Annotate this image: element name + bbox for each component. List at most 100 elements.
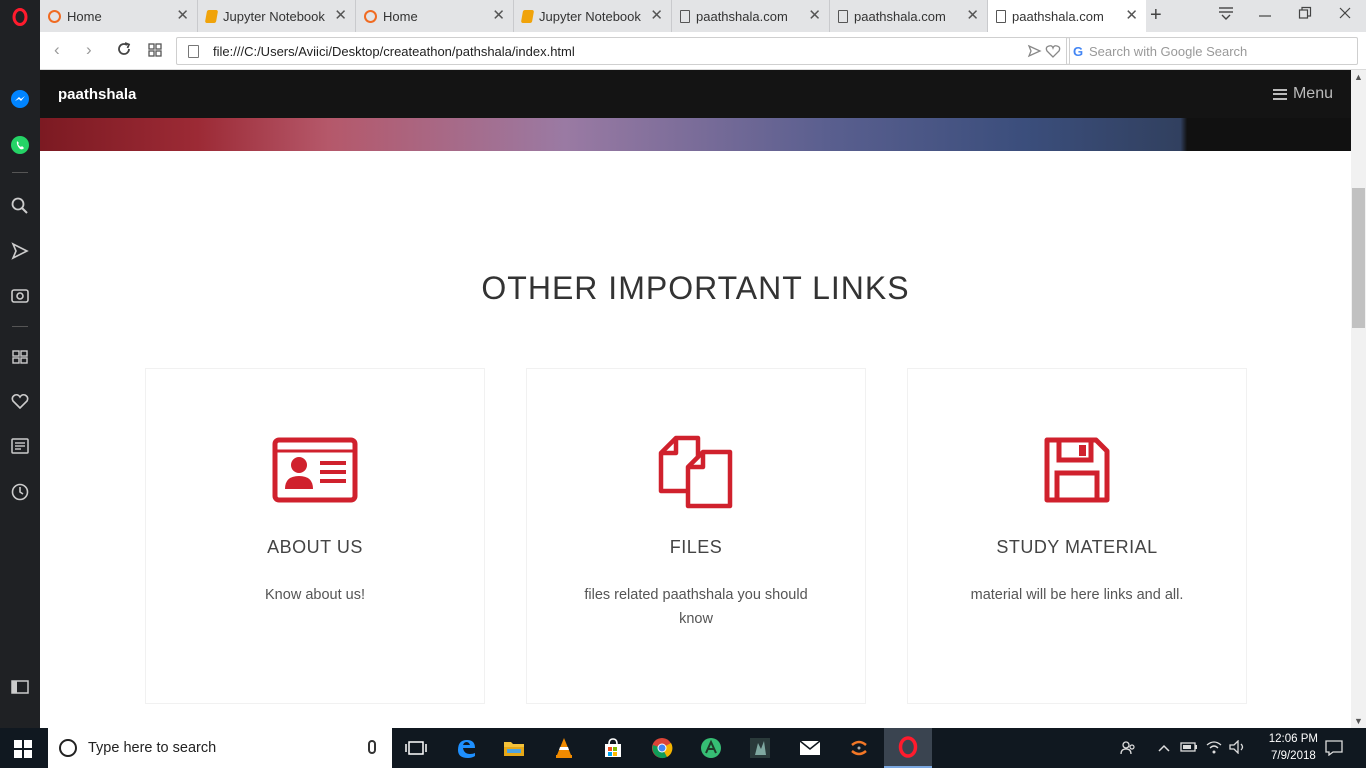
jupyter-icon[interactable]: [835, 728, 883, 768]
people-icon[interactable]: [1120, 740, 1136, 759]
news-icon[interactable]: [9, 435, 31, 457]
camera-icon[interactable]: [9, 284, 31, 306]
send-icon[interactable]: [9, 240, 31, 262]
restore-icon[interactable]: [1298, 6, 1312, 23]
reload-icon[interactable]: [116, 41, 132, 62]
opera-menu-icon[interactable]: [9, 6, 31, 28]
tab-title: paathshala.com: [696, 8, 788, 24]
whatsapp-icon[interactable]: [9, 134, 31, 156]
card-description: Know about us!: [265, 587, 365, 603]
card-description: material will be here links and all.: [970, 587, 1184, 603]
store-icon[interactable]: [589, 728, 637, 768]
windows-taskbar: Type here to search 12:06 PM 7/9/2018: [0, 728, 1366, 768]
site-navbar: paathshala Menu: [40, 70, 1351, 118]
sidebar-separator: [12, 326, 28, 327]
card-title: FILES: [669, 537, 723, 557]
card-study-material[interactable]: STUDY MATERIAL material will be here lin…: [907, 368, 1247, 704]
system-clock[interactable]: 12:06 PM 7/9/2018: [1269, 731, 1318, 765]
tab-title: Home: [383, 8, 418, 24]
close-icon[interactable]: ✕: [176, 8, 189, 24]
search-icon[interactable]: [9, 195, 31, 217]
microphone-icon[interactable]: [368, 740, 376, 754]
heart-icon[interactable]: [9, 390, 31, 412]
close-icon[interactable]: ✕: [334, 8, 347, 24]
taskbar-search-box[interactable]: Type here to search: [48, 728, 392, 768]
tab-menu-icon[interactable]: [1218, 6, 1234, 23]
clock-time: 12:06 PM: [1268, 733, 1318, 745]
messenger-icon[interactable]: [9, 88, 31, 110]
volume-icon[interactable]: [1229, 739, 1247, 757]
vlc-icon[interactable]: [540, 728, 588, 768]
send-and-heart-icons[interactable]: [1027, 43, 1061, 62]
tab-grid-icon[interactable]: [148, 42, 162, 62]
tab-title: Jupyter Notebook: [539, 8, 641, 24]
tab-home-1[interactable]: Home ✕: [40, 0, 198, 32]
files-icon: [658, 435, 734, 514]
sidebar-toggle-icon[interactable]: [9, 676, 31, 698]
close-icon[interactable]: ✕: [1125, 8, 1138, 24]
notebook-icon: [520, 9, 535, 23]
tab-paathshala-1[interactable]: paathshala.com ✕: [672, 0, 830, 32]
sidebar-separator: [12, 172, 28, 173]
opera-icon: [364, 9, 377, 23]
url-field[interactable]: file:///C:/Users/Aviici/Desktop/createat…: [176, 37, 1070, 65]
taskbar-search-placeholder: Type here to search: [88, 740, 217, 756]
save-icon: [1044, 437, 1110, 508]
page-scrollbar[interactable]: ▲ ▼: [1351, 70, 1366, 728]
game-app-icon[interactable]: [736, 728, 784, 768]
chevron-up-icon[interactable]: [1158, 741, 1170, 756]
forward-icon[interactable]: ›: [86, 40, 92, 60]
new-tab-icon[interactable]: +: [1150, 4, 1162, 27]
mail-icon[interactable]: [786, 728, 834, 768]
chrome-icon[interactable]: [638, 728, 686, 768]
battery-icon[interactable]: [1180, 740, 1198, 757]
scroll-thumb[interactable]: [1352, 188, 1365, 328]
tab-jupyter-1[interactable]: Jupyter Notebook ✕: [198, 0, 356, 32]
address-bar: ‹ › file:///C:/Users/Aviici/Desktop/crea…: [40, 32, 1366, 70]
menu-button[interactable]: Menu: [1272, 85, 1333, 103]
scroll-down-icon[interactable]: ▼: [1354, 716, 1363, 726]
speed-dial-icon[interactable]: [9, 346, 31, 368]
card-description: files related paathshala you should know: [584, 587, 808, 627]
file-explorer-icon[interactable]: [490, 728, 538, 768]
card-title: STUDY MATERIAL: [996, 537, 1158, 557]
notifications-icon[interactable]: [1325, 740, 1343, 759]
tab-paathshala-2[interactable]: paathshala.com ✕: [830, 0, 988, 32]
card-about-us[interactable]: ABOUT US Know about us!: [145, 368, 485, 704]
card-files[interactable]: FILES files related paathshala you shoul…: [526, 368, 866, 704]
cortana-icon: [59, 739, 77, 757]
card-title: ABOUT US: [267, 537, 363, 557]
task-view-icon[interactable]: [392, 728, 440, 768]
edge-icon[interactable]: [442, 728, 490, 768]
minimize-icon[interactable]: [1258, 6, 1272, 23]
hamburger-icon: [1272, 88, 1287, 100]
scroll-up-icon[interactable]: ▲: [1354, 72, 1363, 82]
close-icon[interactable]: ✕: [492, 8, 505, 24]
tab-home-2[interactable]: Home ✕: [356, 0, 514, 32]
windows-start-icon[interactable]: [14, 740, 32, 763]
history-icon[interactable]: [9, 481, 31, 503]
page-viewport: paathshala Menu OTHER IMPORTANT LINKS AB…: [40, 70, 1351, 728]
close-icon[interactable]: ✕: [966, 8, 979, 24]
id-card-icon: [272, 437, 358, 508]
opera-taskbar-icon[interactable]: [884, 728, 932, 768]
site-brand[interactable]: paathshala: [58, 86, 136, 103]
tab-title: paathshala.com: [1012, 8, 1104, 24]
page-icon: [680, 9, 690, 23]
tab-bar: Home ✕ Jupyter Notebook ✕ Home ✕ Jupyter…: [40, 0, 1366, 32]
section-title: OTHER IMPORTANT LINKS: [481, 270, 910, 306]
close-icon[interactable]: ✕: [808, 8, 821, 24]
tab-title: paathshala.com: [854, 8, 946, 24]
back-icon[interactable]: ‹: [54, 40, 60, 60]
wifi-icon[interactable]: [1206, 740, 1222, 757]
close-icon[interactable]: ✕: [650, 8, 663, 24]
page-icon: [188, 45, 199, 58]
tab-paathshala-active[interactable]: paathshala.com ✕: [988, 0, 1146, 32]
opera-icon: [48, 9, 61, 23]
tab-jupyter-2[interactable]: Jupyter Notebook ✕: [514, 0, 672, 32]
hero-image-strip: [40, 118, 1351, 151]
search-field[interactable]: G Search with Google Search: [1066, 37, 1358, 65]
android-studio-icon[interactable]: [687, 728, 735, 768]
close-window-icon[interactable]: [1338, 6, 1352, 23]
tab-title: Jupyter Notebook: [223, 8, 325, 24]
